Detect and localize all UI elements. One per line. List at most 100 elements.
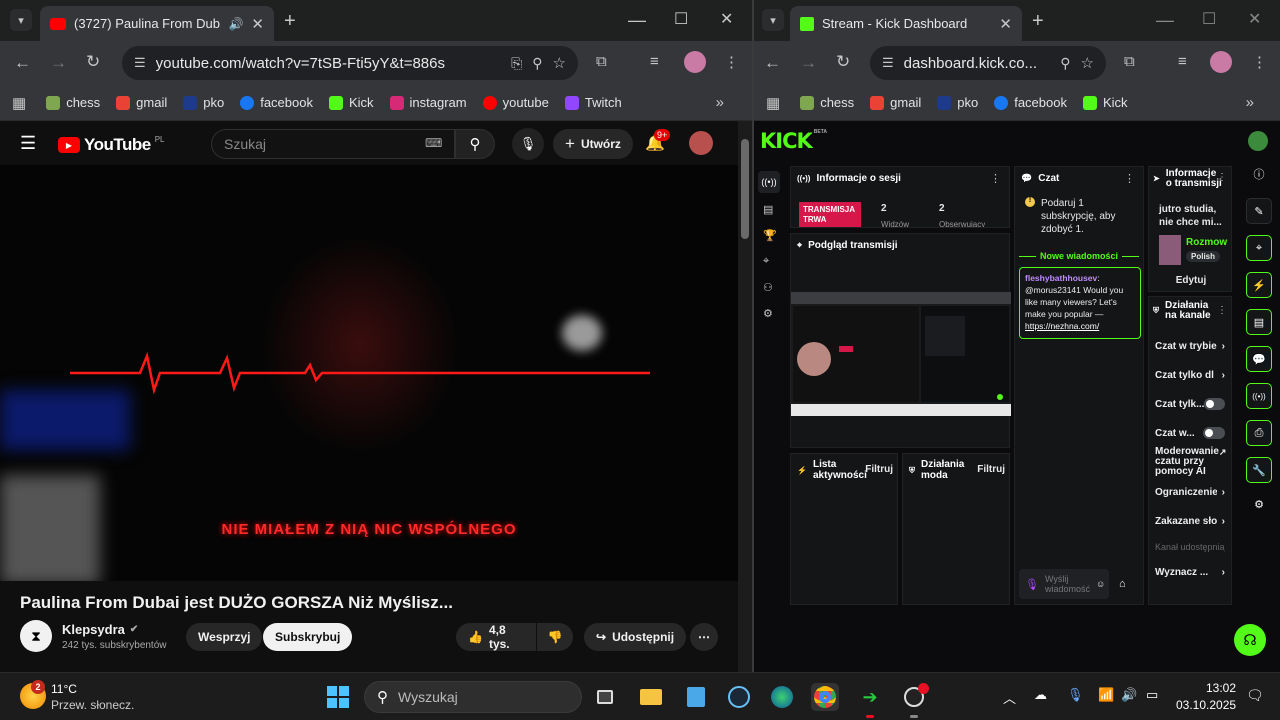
- action-row-8[interactable]: Wyznacz ... ›: [1149, 565, 1231, 579]
- camera-tool-button[interactable]: ⌖: [1246, 235, 1272, 261]
- users-nav-icon[interactable]: ⚇: [763, 281, 773, 294]
- bookmark-star-icon[interactable]: ☆: [553, 54, 566, 72]
- bookmark-facebook[interactable]: facebook: [232, 89, 321, 117]
- forward-icon[interactable]: →: [800, 53, 817, 73]
- lightning-tool-button[interactable]: ⚡: [1246, 272, 1272, 298]
- subscribe-button[interactable]: Subskrybuj: [263, 623, 353, 651]
- chat-username[interactable]: fleshybathhousev: [1025, 273, 1097, 283]
- gift-sub-prompt[interactable]: Podaruj 1 subskrypcję, aby zdobyć 1.: [1041, 197, 1137, 236]
- chat-message-link[interactable]: https://nezhna.com/: [1025, 321, 1099, 331]
- emoji-icon[interactable]: ☺: [1096, 579, 1105, 589]
- broadcast-tool-button[interactable]: ((•)): [1246, 383, 1272, 409]
- app-green-button[interactable]: ➔: [856, 683, 884, 711]
- bookmark-pko[interactable]: pko: [175, 89, 232, 117]
- close-window-icon[interactable]: ✕: [720, 9, 733, 29]
- notifications-button[interactable]: 🔔 9+: [645, 129, 671, 153]
- new-tab-icon[interactable]: +: [1032, 10, 1044, 33]
- site-info-icon[interactable]: ☰: [882, 55, 894, 71]
- microphone-icon[interactable]: 🎙: [1025, 578, 1039, 591]
- session-menu-icon[interactable]: ⋮: [990, 172, 1001, 185]
- more-actions-button[interactable]: ⋯: [690, 623, 718, 651]
- live-nav-icon[interactable]: ((•)): [758, 171, 780, 193]
- info-icon[interactable]: ⓘ: [1246, 161, 1272, 187]
- zoom-icon[interactable]: ⚲: [1060, 55, 1070, 72]
- address-bar[interactable]: ☰ youtube.com/watch?v=7tSB-Fti5yY&t=886s…: [122, 46, 578, 80]
- media-controls-icon[interactable]: ≡: [1178, 53, 1187, 70]
- settings-nav-icon[interactable]: ⚙: [763, 307, 773, 320]
- back-icon[interactable]: ←: [764, 53, 781, 73]
- bookmark-pko[interactable]: pko: [929, 89, 986, 117]
- content-nav-icon[interactable]: ▤: [763, 203, 773, 216]
- channel-name-link[interactable]: Klepsydra ✔: [62, 622, 138, 637]
- more-bookmarks-icon[interactable]: »: [716, 94, 724, 111]
- keyboard-icon[interactable]: ⌨: [425, 136, 442, 150]
- edge-button[interactable]: [768, 683, 796, 711]
- print-tool-button[interactable]: ⎙: [1246, 420, 1272, 446]
- action-row-4[interactable]: Moderowanie czatu przy pomocy AI ↗: [1149, 447, 1231, 481]
- close-tab-icon[interactable]: ✕: [999, 15, 1012, 33]
- kick-logo[interactable]: KICK BETA: [760, 129, 827, 153]
- voice-search-button[interactable]: 🎙: [512, 128, 544, 160]
- camera-nav-icon[interactable]: ⌖: [763, 255, 769, 268]
- chat-tool-button[interactable]: 💬: [1246, 346, 1272, 372]
- chat-store-icon[interactable]: ⌂: [1119, 578, 1126, 590]
- tab-kick-dashboard[interactable]: Stream - Kick Dashboard ✕: [790, 6, 1022, 41]
- action-row-3[interactable]: Czat w...: [1149, 426, 1231, 440]
- chat-input[interactable]: 🎙 Wyślij wiadomość ☺: [1019, 569, 1109, 599]
- trophy-nav-icon[interactable]: 🏆: [763, 229, 777, 242]
- hamburger-menu-icon[interactable]: ☰: [20, 133, 36, 154]
- tab-search-icon[interactable]: ▾: [10, 9, 32, 31]
- action-row-1[interactable]: Czat tylko dl ›: [1149, 368, 1231, 382]
- tab-search-icon[interactable]: ▾: [762, 9, 784, 31]
- maximize-icon[interactable]: ☐: [1202, 9, 1216, 29]
- action-row-6[interactable]: Zakazane sło ›: [1149, 514, 1231, 528]
- bookmark-kick[interactable]: Kick: [1075, 89, 1136, 117]
- stream-preview-video[interactable]: [791, 292, 1011, 416]
- search-button[interactable]: ⚲: [455, 129, 495, 159]
- clock-time[interactable]: 13:02: [1176, 681, 1236, 695]
- file-explorer-button[interactable]: [637, 683, 665, 711]
- back-icon[interactable]: ←: [14, 53, 31, 73]
- extensions-icon[interactable]: ⧉: [596, 53, 607, 70]
- more-bookmarks-icon[interactable]: »: [1246, 94, 1254, 111]
- browser-menu-icon[interactable]: ⋮: [1252, 53, 1267, 71]
- profile-avatar[interactable]: [684, 51, 706, 73]
- activity-filter-button[interactable]: Filtruj: [865, 464, 893, 475]
- settings-icon[interactable]: ⚙: [1246, 494, 1272, 514]
- reload-icon[interactable]: ↻: [86, 52, 100, 72]
- search-input[interactable]: Szukaj: [211, 129, 455, 159]
- taskbar-search[interactable]: ⚲ Wyszukaj: [364, 681, 582, 713]
- bookmark-twitch[interactable]: Twitch: [557, 89, 630, 117]
- bookmark-star-icon[interactable]: ☆: [1081, 54, 1094, 72]
- bookmark-youtube[interactable]: youtube: [475, 89, 557, 117]
- minimize-icon[interactable]: —: [1156, 10, 1174, 31]
- account-avatar[interactable]: [689, 131, 713, 155]
- browser-menu-icon[interactable]: ⋮: [724, 53, 739, 71]
- page-scrollbar[interactable]: [738, 121, 752, 672]
- vpn-icon[interactable]: ☁: [1034, 687, 1047, 703]
- start-button[interactable]: [324, 683, 352, 711]
- action-row-0[interactable]: Czat w trybie ›: [1149, 339, 1231, 353]
- share-button[interactable]: ↪ Udostępnij: [584, 623, 687, 651]
- youtube-logo[interactable]: ▶ YouTube PL: [58, 135, 165, 155]
- battery-icon[interactable]: ▭: [1146, 687, 1158, 703]
- channel-actions-menu-icon[interactable]: ⋮: [1217, 305, 1227, 316]
- bookmark-chess[interactable]: chess: [38, 89, 108, 117]
- chat-menu-icon[interactable]: ⋮: [1124, 172, 1135, 185]
- temperature[interactable]: 11°C: [51, 682, 77, 696]
- maximize-icon[interactable]: ☐: [674, 9, 688, 29]
- support-button[interactable]: Wesprzyj: [186, 623, 263, 651]
- reload-icon[interactable]: ↻: [836, 52, 850, 72]
- install-app-icon[interactable]: ⎘: [511, 55, 522, 72]
- channel-avatar[interactable]: ⧗: [20, 620, 52, 652]
- address-bar[interactable]: ☰ dashboard.kick.co... ⚲ ☆: [870, 46, 1106, 80]
- kick-user-avatar[interactable]: [1248, 131, 1268, 151]
- minimize-icon[interactable]: —: [628, 10, 646, 31]
- action-row-5[interactable]: Ograniczenie ›: [1149, 485, 1231, 499]
- task-view-button[interactable]: [591, 683, 619, 711]
- bookmark-kick[interactable]: Kick: [321, 89, 382, 117]
- close-window-icon[interactable]: ✕: [1248, 9, 1261, 29]
- support-button[interactable]: ☊: [1234, 624, 1266, 656]
- microphone-icon[interactable]: 🎙: [1067, 687, 1084, 703]
- tab-youtube[interactable]: (3727) Paulina From Dubai j 🔊 ✕: [40, 6, 274, 41]
